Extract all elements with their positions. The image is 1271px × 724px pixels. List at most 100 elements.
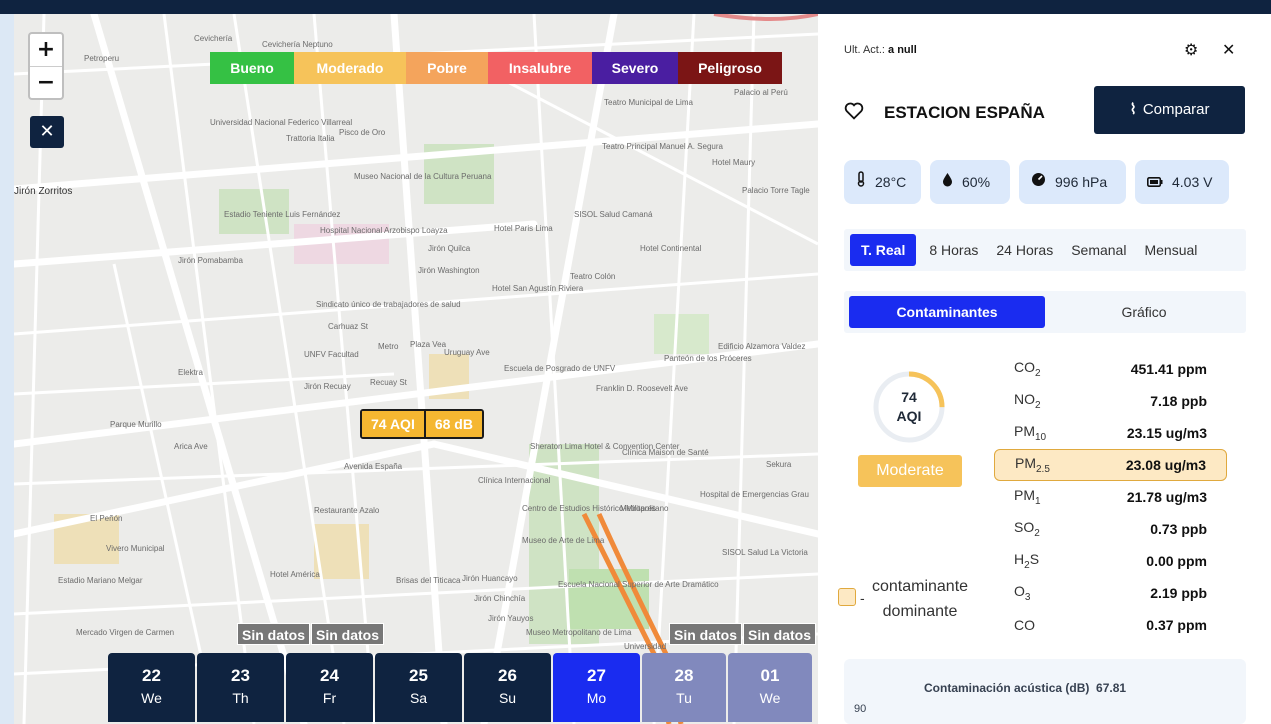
map-label: Hotel Maury — [712, 158, 756, 167]
marker-db: 68 dB — [423, 411, 482, 437]
pollutant-row-pm1: PM1 21.78 ug/m3 — [994, 481, 1227, 513]
day-button-active[interactable]: 27 Mo — [553, 653, 640, 722]
no-data-badge: Sin datos — [743, 623, 817, 645]
pollutant-name: H2S — [1014, 551, 1040, 571]
dominant-dash: - — [860, 590, 865, 606]
day-number: 25 — [409, 666, 428, 685]
zoom-out-button[interactable]: − — [30, 66, 62, 98]
pollutant-value: 2.19 ppb — [1150, 585, 1207, 601]
day-button[interactable]: 01 We — [728, 653, 812, 722]
acoustic-value: 67.81 — [1096, 681, 1127, 695]
acoustic-y-tick: 90 — [854, 703, 867, 715]
day-button[interactable]: 26 Su — [464, 653, 551, 722]
map-label: Jirón Pomabamba — [178, 256, 243, 265]
tab-weekly[interactable]: Semanal — [1062, 234, 1135, 266]
legend-pobre: Pobre — [406, 52, 488, 84]
map-label: Museo Nacional de la Cultura Peruana — [354, 172, 492, 181]
pollutant-row-o3: O3 2.19 ppb — [994, 577, 1227, 609]
map-label: Uruguay Ave — [444, 348, 490, 357]
day-timeline: 22 We 23 Th 24 Fr 25 Sa 26 Su 27 Mo 28 T… — [108, 653, 814, 724]
map-label: Metropolitano — [620, 504, 669, 513]
map-label: Sekura — [766, 460, 792, 469]
pollutant-name: CO — [1014, 617, 1035, 633]
close-map-button[interactable]: ✕ — [30, 116, 64, 148]
day-button[interactable]: 24 Fr — [286, 653, 373, 722]
tab-pollutants[interactable]: Contaminantes — [849, 296, 1045, 328]
map-label: Estadio Teniente Luis Fernández — [224, 210, 341, 219]
day-button[interactable]: 25 Sa — [375, 653, 462, 722]
left-strip — [0, 14, 14, 724]
station-name: ESTACION ESPAÑA — [884, 103, 1045, 122]
pollutant-name: CO2 — [1014, 359, 1041, 379]
map-label: Panteón de los Próceres — [664, 354, 752, 363]
heart-icon[interactable] — [844, 102, 864, 126]
map[interactable]: Petroperu Cevichería Cevichería Neptuno … — [14, 14, 818, 724]
pollutant-value: 23.08 ug/m3 — [1125, 457, 1206, 473]
map-label: Recuay St — [370, 378, 407, 387]
day-number: 26 — [498, 666, 517, 685]
time-range-tabs: T. Real 8 Horas 24 Horas Semanal Mensual — [844, 229, 1246, 271]
station-panel: Ult. Act.: a null ⚙ ✕ ESTACION ESPAÑA ⌇ C… — [818, 14, 1271, 724]
map-label: Plaza Vea — [410, 340, 447, 349]
map-label: Mercado Virgen de Carmen — [76, 628, 175, 637]
map-label: Pisco de Oro — [339, 128, 386, 137]
legend-bueno: Bueno — [210, 52, 294, 84]
map-label: Jirón Quilca — [428, 244, 471, 253]
day-weekday: Su — [498, 690, 517, 706]
pollutant-row-pm10: PM10 23.15 ug/m3 — [994, 417, 1227, 449]
aqi-category-badge: Moderate — [858, 455, 962, 487]
compare-label: Comparar — [1142, 101, 1210, 118]
pollutant-name: SO2 — [1014, 519, 1040, 539]
aqi-unit: AQI — [896, 408, 922, 424]
map-label: Teatro Municipal de Lima — [604, 98, 693, 107]
day-button[interactable]: 28 Tu — [642, 653, 726, 722]
map-label: Jirón Recuay — [304, 382, 351, 391]
day-number: 23 — [231, 666, 250, 685]
day-weekday: We — [759, 690, 781, 706]
map-label: Jirón Chinchía — [474, 594, 526, 603]
pollutant-value: 0.00 ppm — [1146, 553, 1207, 569]
map-label: Hospital Nacional Arzobispo Loayza — [320, 226, 448, 235]
view-toggle: Contaminantes Gráfico — [844, 291, 1246, 333]
close-icon[interactable]: ✕ — [1222, 40, 1235, 60]
pollutant-name: NO2 — [1014, 391, 1041, 411]
pollutant-row-co: CO 0.37 ppm — [994, 609, 1227, 641]
map-label: Restaurante Azalo — [314, 506, 380, 515]
pollutant-value: 451.41 ppm — [1130, 361, 1207, 377]
tab-8-hours[interactable]: 8 Horas — [920, 234, 987, 266]
last-update: Ult. Act.: a null — [844, 44, 917, 56]
map-label: Clínica Internacional — [478, 476, 551, 485]
pressure-value: 996 hPa — [1055, 174, 1108, 190]
station-marker[interactable]: 74 AQI 68 dB — [360, 409, 484, 439]
map-label: Hospital de Emergencias Grau — [700, 490, 809, 499]
gauge-icon — [1031, 160, 1046, 204]
map-label: Trattoria Italia — [286, 134, 335, 143]
gear-icon[interactable]: ⚙ — [1184, 40, 1198, 60]
day-weekday: Th — [232, 690, 249, 706]
tab-chart[interactable]: Gráfico — [1046, 296, 1242, 328]
map-label: Brisas del Titicaca — [396, 576, 461, 585]
zoom-in-button[interactable]: + — [30, 34, 62, 66]
tab-24-hours[interactable]: 24 Horas — [987, 234, 1062, 266]
map-label: Teatro Colón — [570, 272, 616, 281]
pulse-icon: ⌇ — [1129, 101, 1137, 118]
compare-button[interactable]: ⌇ Comparar — [1094, 86, 1245, 134]
day-button[interactable]: 23 Th — [197, 653, 284, 722]
sensor-chips: 28°C 60% 996 hPa 4.03 V — [844, 160, 1238, 204]
map-base — [14, 14, 818, 724]
tab-real-time[interactable]: T. Real — [850, 234, 917, 266]
map-label: Cevichería Neptuno — [262, 40, 333, 49]
map-label: Sindicato único de trabajadores de salud — [316, 300, 461, 309]
map-label: Jirón Zorritos — [14, 186, 73, 197]
day-button[interactable]: 22 We — [108, 653, 195, 722]
map-label: Vivero Municipal — [106, 544, 165, 553]
dominant-pollutant-label: contaminante dominante — [870, 574, 970, 624]
map-label: Parque Murillo — [110, 420, 162, 429]
map-label: Estadio Mariano Melgar — [58, 576, 143, 585]
tab-monthly[interactable]: Mensual — [1135, 234, 1206, 266]
day-weekday: Tu — [676, 690, 692, 706]
map-label: Metro — [378, 342, 399, 351]
day-number: 01 — [760, 666, 780, 685]
dominant-pollutant-swatch — [838, 588, 856, 606]
pollutant-name: PM2.5 — [1015, 455, 1050, 475]
